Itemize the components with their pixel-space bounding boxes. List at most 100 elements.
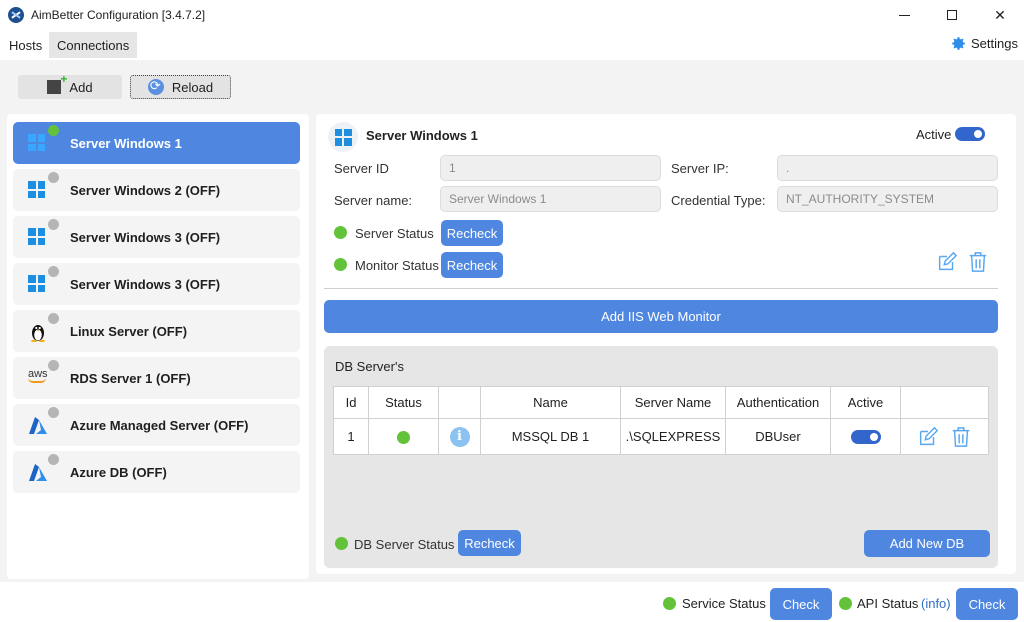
monitor-status-recheck-button[interactable]: Recheck (441, 252, 503, 278)
add-new-db-button[interactable]: Add New DB (864, 530, 990, 557)
settings-button[interactable]: Settings (950, 35, 1018, 52)
minimize-button[interactable] (880, 0, 928, 30)
column-header-status: Status (368, 386, 439, 419)
db-servers-title: DB Server's (335, 359, 404, 374)
server-id-field[interactable]: 1 (440, 155, 661, 181)
credential-type-label: Credential Type: (671, 193, 766, 208)
host-status-dot (48, 125, 59, 136)
column-header-info (438, 386, 481, 419)
service-status-dot (663, 597, 676, 610)
edit-icon[interactable] (917, 426, 939, 448)
menu-bar: Hosts Connections Settings (0, 30, 1024, 60)
add-server-icon (47, 72, 67, 94)
active-toggle[interactable] (955, 127, 985, 141)
db-active-toggle[interactable] (850, 430, 881, 445)
api-status-check-button[interactable]: Check (956, 588, 1018, 620)
add-iis-web-monitor-button[interactable]: Add IIS Web Monitor (324, 300, 998, 333)
server-id-label: Server ID (334, 161, 389, 176)
host-status-dot (48, 313, 59, 324)
host-item-rds-server-1[interactable]: aws RDS Server 1 (OFF) (13, 357, 300, 399)
credential-type-field[interactable]: NT_AUTHORITY_SYSTEM (777, 186, 998, 212)
edit-icon[interactable] (936, 251, 958, 273)
cell-status (368, 418, 439, 455)
windows-icon (28, 134, 48, 154)
column-header-server-name: Server Name (620, 386, 726, 419)
minimize-icon (898, 14, 910, 16)
active-label: Active (916, 127, 952, 142)
cell-actions (900, 418, 989, 455)
add-label: Add (69, 79, 93, 95)
host-label: Linux Server (OFF) (70, 323, 188, 339)
server-name-field[interactable]: Server Windows 1 (440, 186, 661, 212)
column-header-active: Active (830, 386, 901, 419)
host-status-dot (48, 266, 59, 277)
host-label: Server Windows 2 (OFF) (70, 182, 221, 198)
add-button[interactable]: Add (18, 72, 122, 99)
table-row[interactable]: 1 i MSSQL DB 1 .\SQLEXPRESS DBUser (333, 418, 989, 455)
host-list: Server Windows 1 Server Windows 2 (OFF) … (7, 114, 309, 579)
monitor-status-label: Monitor Status (355, 258, 439, 273)
server-ip-label: Server IP: (671, 161, 729, 176)
cell-info: i (438, 418, 481, 455)
linux-icon (31, 325, 45, 342)
host-item-azure-db[interactable]: Azure DB (OFF) (13, 451, 300, 493)
reload-button[interactable]: Reload (130, 75, 231, 99)
host-item-server-windows-3[interactable]: Server Windows 3 (OFF) (13, 216, 300, 258)
server-status-label: Server Status (355, 226, 434, 241)
azure-icon (29, 464, 47, 481)
db-server-status-dot (335, 537, 348, 550)
service-status-check-button[interactable]: Check (770, 588, 832, 620)
windows-icon (28, 275, 48, 295)
close-button[interactable]: ✕ (976, 0, 1024, 30)
monitor-status-dot (334, 258, 347, 271)
host-status-dot (48, 360, 59, 371)
host-status-dot (48, 219, 59, 230)
column-header-authentication: Authentication (725, 386, 831, 419)
table-header-row: Id Status Name Server Name Authenticatio… (333, 386, 989, 419)
db-status-dot (397, 431, 410, 445)
db-servers-table: Id Status Name Server Name Authenticatio… (333, 386, 989, 455)
reload-icon (147, 78, 164, 95)
status-bar: Service Status Check API Status (info) C… (0, 582, 1024, 622)
column-header-actions (900, 386, 989, 419)
host-item-azure-managed-server[interactable]: Azure Managed Server (OFF) (13, 404, 300, 446)
host-item-linux-server[interactable]: Linux Server (OFF) (13, 310, 300, 352)
title-bar: AimBetter Configuration [3.4.7.2] ✕ (0, 0, 1024, 30)
settings-label: Settings (971, 36, 1018, 51)
server-status-recheck-button[interactable]: Recheck (441, 220, 503, 246)
db-servers-panel: DB Server's Id Status Name Server Name A… (324, 346, 998, 568)
maximize-button[interactable] (928, 0, 976, 30)
api-info-link[interactable]: (info) (921, 596, 951, 611)
server-title: Server Windows 1 (366, 128, 478, 143)
windows-icon (28, 228, 48, 248)
windows-icon (328, 122, 358, 152)
server-ip-field[interactable]: . (777, 155, 998, 181)
tab-hosts[interactable]: Hosts (1, 32, 50, 58)
toolbar: Add Reload (0, 62, 1024, 108)
host-status-dot (48, 407, 59, 418)
cell-name: MSSQL DB 1 (480, 418, 621, 455)
aws-logo-text: aws (28, 368, 48, 380)
column-header-name: Name (480, 386, 621, 419)
tab-connections[interactable]: Connections (49, 32, 138, 58)
info-icon[interactable]: i (449, 426, 470, 447)
section-divider (324, 288, 998, 289)
window-title: AimBetter Configuration [3.4.7.2] (31, 8, 206, 22)
server-name-label: Server name: (334, 193, 413, 208)
cell-id: 1 (333, 418, 369, 455)
db-server-recheck-button[interactable]: Recheck (458, 530, 521, 556)
maximize-icon (947, 10, 957, 20)
host-label: Server Windows 3 (OFF) (70, 276, 221, 292)
trash-icon[interactable] (950, 426, 972, 448)
window-controls: ✕ (880, 0, 1024, 30)
host-label: RDS Server 1 (OFF) (70, 370, 191, 386)
host-status-dot (48, 454, 59, 465)
trash-icon[interactable] (968, 251, 988, 273)
host-item-server-windows-2[interactable]: Server Windows 2 (OFF) (13, 169, 300, 211)
cell-active (830, 418, 901, 455)
host-status-dot (48, 172, 59, 183)
host-item-server-windows-1[interactable]: Server Windows 1 (13, 122, 300, 164)
windows-icon (28, 181, 48, 201)
host-item-server-windows-3b[interactable]: Server Windows 3 (OFF) (13, 263, 300, 305)
host-label: Azure Managed Server (OFF) (70, 417, 249, 433)
